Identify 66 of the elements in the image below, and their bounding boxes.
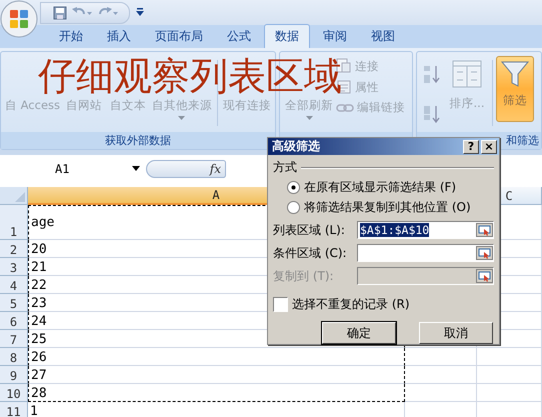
triangle-icon: [15, 192, 25, 202]
table-cell: [405, 384, 477, 402]
ribbon-tab[interactable]: 开始: [48, 24, 94, 48]
ribbon-tab[interactable]: 数据: [264, 24, 310, 48]
ribbon-tab[interactable]: 插入: [96, 24, 142, 48]
name-box[interactable]: A1: [0, 158, 140, 178]
annotation-text: 仔细观察列表区域: [38, 57, 342, 95]
checkbox[interactable]: [273, 297, 288, 312]
cell-value: 24: [31, 314, 47, 329]
radio-button[interactable]: [287, 201, 300, 214]
chain-link-icon: [336, 102, 354, 114]
table-cell: [477, 366, 542, 384]
cell-value: 20: [31, 242, 47, 257]
row-header[interactable]: 11: [0, 402, 28, 417]
row-header[interactable]: 4: [0, 276, 28, 294]
field-label: 列表区域 (L):: [273, 222, 345, 238]
funnel-icon: [500, 59, 530, 89]
table-cell: [477, 348, 542, 366]
row-header[interactable]: 9: [0, 366, 28, 384]
customize-toolbar-icon[interactable]: [136, 8, 144, 17]
cell-value: 23: [31, 296, 47, 311]
ribbon-tab[interactable]: 审阅: [312, 24, 358, 48]
cell-value: 26: [31, 350, 47, 365]
cell-value: 27: [31, 368, 47, 383]
collapse-dialog-icon[interactable]: [476, 223, 493, 237]
table-cell: [477, 384, 542, 402]
row-header[interactable]: 3: [0, 258, 28, 276]
caret-icon: [306, 116, 312, 120]
cell-value: 21: [31, 260, 47, 275]
row-header[interactable]: 10: [0, 384, 28, 402]
row-header[interactable]: 7: [0, 330, 28, 348]
dialog-button[interactable]: 确定: [322, 322, 396, 344]
section-label: 方式: [273, 159, 297, 176]
field-label: 条件区域 (C):: [273, 244, 347, 262]
cell-value: 22: [31, 278, 47, 293]
table-cell: [405, 348, 477, 366]
close-button[interactable]: ×: [481, 140, 497, 154]
caret-icon: [178, 116, 186, 120]
dialog-button[interactable]: 取消: [419, 322, 493, 344]
field-label: 复制到 (T):: [273, 268, 334, 284]
cell-value: 25: [31, 332, 47, 347]
help-button[interactable]: ?: [463, 140, 479, 154]
row-header[interactable]: 2: [0, 240, 28, 258]
save-icon[interactable]: [53, 6, 67, 20]
input-field[interactable]: [357, 244, 494, 262]
group-label: 和筛选: [506, 134, 539, 147]
checkbox-label[interactable]: 选择不重复的记录 (R): [292, 296, 410, 313]
ribbon-tab[interactable]: 公式: [216, 24, 262, 48]
row-header[interactable]: 5: [0, 294, 28, 312]
group-label: 获取外部数据: [105, 134, 171, 147]
cell-value: 28: [31, 386, 47, 401]
sort-dialog-icon: [452, 60, 482, 88]
dropdown-icon: [132, 166, 140, 171]
ribbon-tab[interactable]: 页面布局: [144, 24, 214, 48]
row-header[interactable]: 1: [0, 205, 28, 240]
radio-button[interactable]: [287, 181, 300, 194]
ribbon-tab[interactable]: 视图: [360, 24, 406, 48]
insert-function-button[interactable]: fx: [146, 160, 226, 178]
row-header[interactable]: 6: [0, 312, 28, 330]
collapse-dialog-icon[interactable]: [476, 246, 493, 260]
input-field[interactable]: $A$1:$A$10: [357, 221, 494, 239]
cell-value: 1: [30, 404, 38, 417]
cell-value: age: [31, 215, 54, 230]
table-cell: [405, 366, 477, 384]
dialog-title: 高级筛选: [272, 138, 321, 155]
row-header[interactable]: 8: [0, 348, 28, 366]
